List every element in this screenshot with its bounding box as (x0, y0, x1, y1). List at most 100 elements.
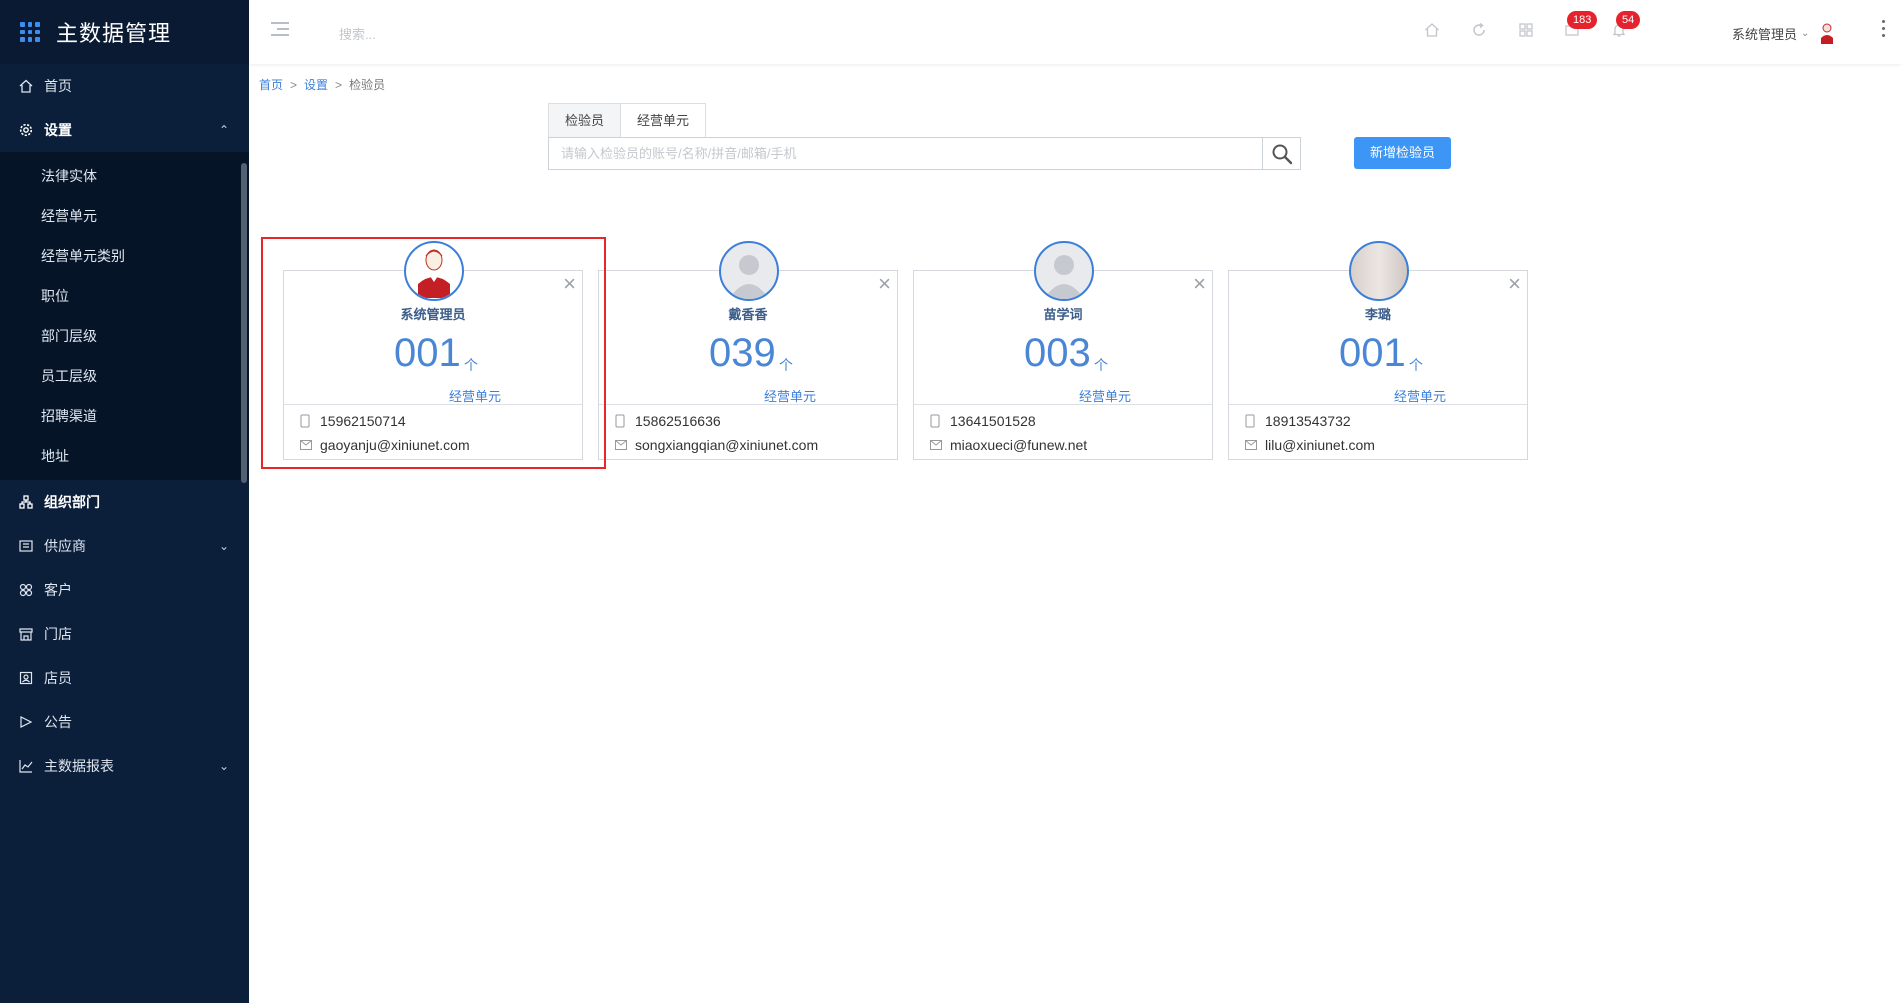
tabs: 检验员 经营单元 (548, 103, 707, 137)
tab-inspector[interactable]: 检验员 (548, 103, 622, 137)
email-icon (1245, 440, 1257, 450)
inspector-card[interactable]: × 苗学词 003 个 经营单元 13641501528 miaoxueci@f… (913, 241, 1213, 460)
submenu-item-address[interactable]: 地址 (0, 436, 249, 476)
chevron-down-icon: ⌄ (218, 759, 229, 773)
clerk-icon (18, 670, 34, 686)
submenu-item-business-unit[interactable]: 经营单元 (0, 196, 249, 236)
menu-toggle-icon[interactable] (271, 22, 289, 38)
card-phone: 13641501528 (930, 413, 1036, 429)
notifications-badge: 54 (1616, 11, 1641, 29)
card-name: 李璐 (1364, 307, 1391, 322)
more-options-icon[interactable] (1882, 20, 1886, 41)
close-icon[interactable]: × (1193, 273, 1206, 295)
sidebar-item-label: 公告 (44, 714, 72, 730)
search-input[interactable] (549, 138, 1262, 169)
breadcrumb-home[interactable]: 首页 (259, 78, 283, 92)
search-button[interactable] (1262, 138, 1300, 169)
sidebar-item-label: 客户 (44, 582, 72, 598)
card-name: 戴香香 (728, 307, 768, 322)
submenu-item-employee-level[interactable]: 员工层级 (0, 356, 249, 396)
chevron-down-icon: ⌄ (218, 539, 229, 553)
sidebar-item-supplier[interactable]: 供应商 ⌄ (0, 524, 249, 568)
sidebar-scrollbar[interactable] (241, 163, 247, 483)
close-icon[interactable]: × (878, 273, 891, 295)
brand: 主数据管理 (0, 0, 249, 64)
chart-icon (18, 758, 34, 774)
card-count: 039 (709, 331, 776, 375)
card-label[interactable]: 经营单元 (1394, 386, 1446, 405)
sidebar-item-home[interactable]: 首页 (0, 64, 249, 108)
sidebar-item-label: 店员 (44, 670, 72, 686)
sidebar-item-clerk[interactable]: 店员 (0, 656, 249, 700)
sidebar-item-label: 组织部门 (44, 494, 100, 510)
sidebar-item-reports[interactable]: 主数据报表 ⌄ (0, 744, 249, 788)
announce-icon (18, 714, 34, 730)
top-search-input[interactable]: 搜索... (339, 24, 376, 43)
sidebar-item-store[interactable]: 门店 (0, 612, 249, 656)
card-name: 苗学词 (1043, 307, 1083, 322)
sidebar-item-org[interactable]: 组织部门 (0, 480, 249, 524)
submenu-item-business-unit-type[interactable]: 经营单元类别 (0, 236, 249, 276)
phone-icon (930, 414, 942, 428)
tab-business-unit[interactable]: 经营单元 (621, 103, 707, 137)
breadcrumb: 首页 > 设置 > 检验员 (259, 78, 386, 92)
inspector-card[interactable]: × 戴香香 039 个 经营单元 15862516636 songxiangqi… (598, 241, 898, 460)
avatar (1034, 241, 1094, 301)
card-unit: 个 (1409, 357, 1423, 373)
customer-icon (18, 582, 34, 598)
breadcrumb-settings[interactable]: 设置 (304, 78, 328, 92)
gear-icon (18, 122, 34, 138)
email-icon (615, 440, 627, 450)
sidebar-item-label: 设置 (44, 122, 72, 138)
submenu-item-recruit-channel[interactable]: 招聘渠道 (0, 396, 249, 436)
card-phone: 15862516636 (615, 413, 721, 429)
close-icon[interactable]: × (1508, 273, 1521, 295)
phone-icon (1245, 414, 1257, 428)
breadcrumb-current: 检验员 (349, 78, 386, 92)
home-icon (18, 78, 34, 94)
card-count: 001 (1339, 331, 1406, 375)
supplier-icon (18, 538, 34, 554)
top-header: 搜索... 183 54 系统管理员 ⌄ (249, 0, 1901, 64)
submenu-item-dept-level[interactable]: 部门层级 (0, 316, 249, 356)
add-inspector-button[interactable]: 新增检验员 (1354, 137, 1451, 169)
phone-icon (615, 414, 627, 428)
sidebar-menu: 首页 设置 ⌃ 法律实体 经营单元 经营单元类别 职位 部门层级 员工层级 招聘… (0, 64, 249, 788)
refresh-icon[interactable] (1470, 22, 1488, 40)
sidebar-item-announcement[interactable]: 公告 (0, 700, 249, 744)
user-menu[interactable]: 系统管理员 ⌄ (1732, 22, 1835, 44)
app-title: 主数据管理 (56, 21, 172, 46)
apps-grid-icon[interactable] (1517, 22, 1535, 40)
sidebar-item-label: 供应商 (44, 538, 86, 554)
card-label[interactable]: 经营单元 (1079, 386, 1131, 405)
avatar-photo (1349, 241, 1409, 301)
card-email: lilu@xiniunet.com (1245, 437, 1375, 453)
app-grid-icon (20, 22, 40, 42)
submenu-item-position[interactable]: 职位 (0, 276, 249, 316)
card-unit: 个 (779, 357, 793, 373)
card-unit: 个 (1094, 357, 1108, 373)
sidebar-item-label: 首页 (44, 78, 72, 94)
messages-badge: 183 (1567, 11, 1598, 29)
search-icon (1272, 144, 1292, 164)
card-email: miaoxueci@funew.net (930, 437, 1087, 453)
store-icon (18, 626, 34, 642)
sidebar-item-label: 门店 (44, 626, 72, 642)
email-icon (930, 440, 942, 450)
card-count: 003 (1024, 331, 1091, 375)
home-icon[interactable] (1423, 22, 1441, 40)
avatar (719, 241, 779, 301)
settings-submenu: 法律实体 经营单元 经营单元类别 职位 部门层级 员工层级 招聘渠道 地址 (0, 152, 249, 480)
inspector-card[interactable]: × 李璐 001 个 经营单元 18913543732 lilu@xiniune… (1228, 241, 1528, 460)
card-label[interactable]: 经营单元 (764, 386, 816, 405)
selection-highlight (261, 237, 606, 469)
sidebar-item-settings[interactable]: 设置 ⌃ (0, 108, 249, 152)
org-icon (18, 494, 34, 510)
card-phone: 18913543732 (1245, 413, 1351, 429)
chevron-down-icon: ⌄ (1801, 27, 1810, 39)
user-name: 系统管理员 (1732, 26, 1798, 42)
submenu-item-legal-entity[interactable]: 法律实体 (0, 156, 249, 196)
sidebar-item-customer[interactable]: 客户 (0, 568, 249, 612)
sidebar: 主数据管理 首页 设置 ⌃ 法律实体 经营单元 经营单元类别 职位 部门层级 员… (0, 0, 249, 1003)
card-email: songxiangqian@xiniunet.com (615, 437, 818, 453)
